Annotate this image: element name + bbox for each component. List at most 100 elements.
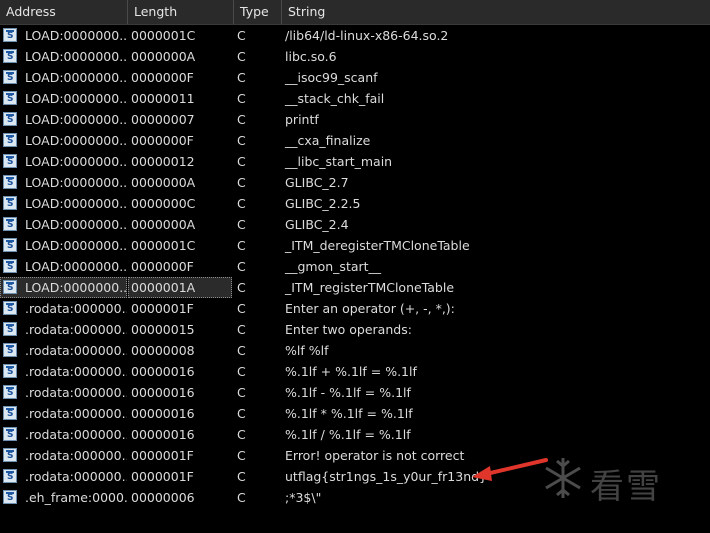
address-text: LOAD:0000000... <box>25 238 127 253</box>
string-icon <box>3 238 17 252</box>
string-icon <box>3 28 17 42</box>
address-text: .rodata:000000... <box>25 406 127 421</box>
string-cell: __stack_chk_fail <box>285 91 385 106</box>
length-cell: 0000001F <box>131 469 194 484</box>
string-cell: %.1lf + %.1lf = %.1lf <box>285 364 417 379</box>
address-cell[interactable]: .rodata:000000... <box>0 361 127 382</box>
column-string-header[interactable]: String <box>282 0 710 24</box>
table-row[interactable]: LOAD:0000000... 0000000A C GLIBC_2.7 <box>0 172 710 193</box>
column-address-header[interactable]: Address <box>0 0 128 24</box>
type-cell: C <box>237 322 246 337</box>
string-cell: %.1lf * %.1lf = %.1lf <box>285 406 413 421</box>
string-icon <box>3 322 17 336</box>
address-text: LOAD:0000000... <box>25 259 127 274</box>
type-cell: C <box>237 364 246 379</box>
string-cell: _ITM_deregisterTMCloneTable <box>285 238 470 253</box>
type-cell: C <box>237 385 246 400</box>
table-row[interactable]: .rodata:000000... 00000016 C %.1lf / %.1lf … <box>0 424 710 445</box>
address-text: LOAD:0000000... <box>25 217 127 232</box>
table-row[interactable]: LOAD:0000000... 0000000F C __gmon_start__ <box>0 256 710 277</box>
address-text: .rodata:000000... <box>25 448 127 463</box>
table-row[interactable]: LOAD:0000000... 0000001C C _ITM_deregisterT… <box>0 235 710 256</box>
address-cell[interactable]: .rodata:000000... <box>0 445 127 466</box>
address-text: .rodata:000000... <box>25 343 127 358</box>
length-cell: 0000000F <box>131 259 194 274</box>
table-row[interactable]: LOAD:0000000... 0000000F C __cxa_finalize <box>0 130 710 151</box>
address-cell[interactable]: .rodata:000000... <box>0 340 127 361</box>
string-cell: %.1lf / %.1lf = %.1lf <box>285 427 411 442</box>
string-cell: GLIBC_2.4 <box>285 217 349 232</box>
length-cell: 0000000A <box>131 49 196 64</box>
string-cell: __isoc99_scanf <box>285 70 378 85</box>
table-row[interactable]: LOAD:0000000...0000001A C _ITM_registerTMC… <box>0 277 710 298</box>
length-cell: 00000006 <box>131 490 195 505</box>
address-cell[interactable]: .eh_frame:0000... <box>0 487 127 508</box>
table-row[interactable]: .rodata:000000... 00000016 C %.1lf * %.1lf … <box>0 403 710 424</box>
column-length-header[interactable]: Length <box>128 0 234 24</box>
table-row[interactable]: .rodata:000000... 00000016 C %.1lf - %.1lf … <box>0 382 710 403</box>
table-row[interactable]: .rodata:000000... 0000001F C Enter an opera… <box>0 298 710 319</box>
type-cell: C <box>237 448 246 463</box>
table-row[interactable]: LOAD:0000000... 00000012 C __libc_start_mai… <box>0 151 710 172</box>
address-cell[interactable]: .rodata:000000... <box>0 298 127 319</box>
string-icon <box>3 175 17 189</box>
string-cell: Enter two operands: <box>285 322 412 337</box>
address-cell[interactable]: LOAD:0000000... <box>0 109 127 130</box>
address-cell[interactable]: .rodata:000000... <box>0 403 127 424</box>
address-cell[interactable]: .rodata:000000... <box>0 466 127 487</box>
type-cell: C <box>237 301 246 316</box>
string-icon <box>3 385 17 399</box>
address-cell[interactable]: LOAD:0000000... <box>0 214 127 235</box>
length-cell: 0000001F <box>131 301 194 316</box>
length-cell: 0000000F <box>131 70 194 85</box>
address-cell[interactable]: LOAD:0000000... <box>0 235 127 256</box>
table-row[interactable]: LOAD:0000000... 0000000F C __isoc99_scanf <box>0 67 710 88</box>
type-cell: C <box>237 49 246 64</box>
address-cell[interactable]: LOAD:0000000... <box>0 172 127 193</box>
column-type-header[interactable]: Type <box>234 0 282 24</box>
address-cell[interactable]: LOAD:0000000... <box>0 88 127 109</box>
type-cell: C <box>237 154 246 169</box>
length-cell: 00000016 <box>131 364 195 379</box>
length-cell: 00000015 <box>131 322 195 337</box>
address-cell[interactable]: LOAD:0000000... <box>0 67 127 88</box>
type-cell: C <box>237 133 246 148</box>
address-text: LOAD:0000000... <box>25 28 127 43</box>
string-icon <box>3 280 17 294</box>
table-row[interactable]: LOAD:0000000... 0000000C C GLIBC_2.2.5 <box>0 193 710 214</box>
address-cell[interactable]: .rodata:000000... <box>0 424 127 445</box>
type-cell: C <box>237 196 246 211</box>
address-text: .rodata:000000... <box>25 322 127 337</box>
address-text: LOAD:0000000... <box>25 196 127 211</box>
address-cell[interactable]: LOAD:0000000... <box>0 46 127 67</box>
table-row[interactable]: LOAD:0000000... 0000000A C GLIBC_2.4 <box>0 214 710 235</box>
length-cell: 00000007 <box>131 112 195 127</box>
address-cell[interactable]: LOAD:0000000... <box>0 256 127 277</box>
table-row[interactable]: LOAD:0000000... 00000011 C __stack_chk_fail <box>0 88 710 109</box>
table-row[interactable]: LOAD:0000000... 00000007 Cprintf <box>0 109 710 130</box>
string-icon <box>3 112 17 126</box>
table-row[interactable]: LOAD:0000000... 0000001C C/lib64/ld-linux-… <box>0 25 710 46</box>
length-cell: 0000001C <box>131 28 196 43</box>
address-cell[interactable]: LOAD:0000000... <box>0 277 127 298</box>
address-cell[interactable]: LOAD:0000000... <box>0 151 127 172</box>
address-cell[interactable]: LOAD:0000000... <box>0 25 127 46</box>
table-row[interactable]: LOAD:0000000... 0000000A Clibc.so.6 <box>0 46 710 67</box>
string-icon <box>3 469 17 483</box>
address-text: LOAD:0000000... <box>25 133 127 148</box>
address-cell[interactable]: LOAD:0000000... <box>0 193 127 214</box>
length-cell: 00000016 <box>131 385 195 400</box>
address-cell[interactable]: .rodata:000000... <box>0 319 127 340</box>
address-cell[interactable]: LOAD:0000000... <box>0 130 127 151</box>
length-cell: 0000001C <box>131 238 196 253</box>
type-cell: C <box>237 406 246 421</box>
table-row[interactable]: .rodata:000000... 00000016 C %.1lf + %.1lf … <box>0 361 710 382</box>
table-row[interactable]: .rodata:000000... 00000015 C Enter two oper… <box>0 319 710 340</box>
table-row[interactable]: .rodata:000000... 00000008 C %lf %lf <box>0 340 710 361</box>
length-cell: 0000000F <box>131 133 194 148</box>
length-cell: 00000016 <box>131 427 195 442</box>
type-cell: C <box>237 238 246 253</box>
string-icon <box>3 70 17 84</box>
string-icon <box>3 49 17 63</box>
address-cell[interactable]: .rodata:000000... <box>0 382 127 403</box>
